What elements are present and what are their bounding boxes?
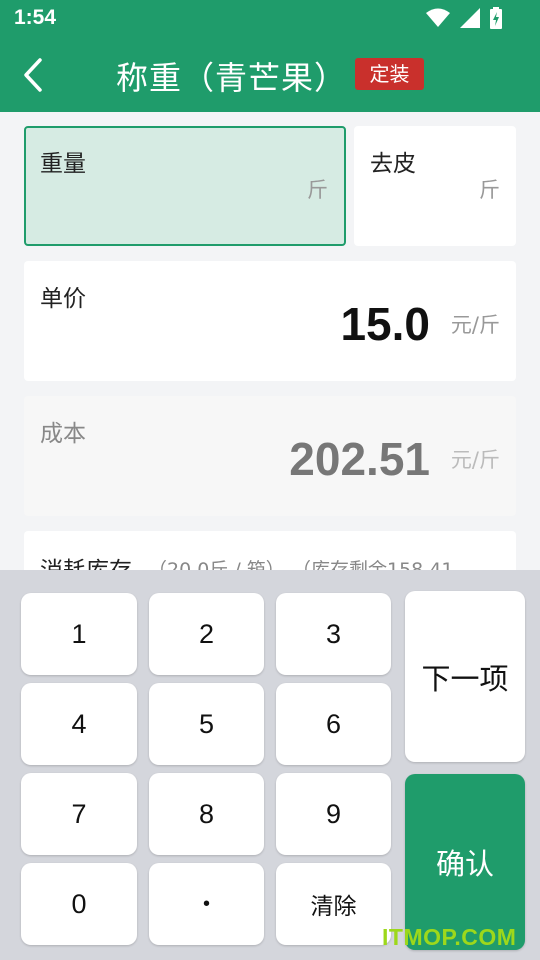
unit-price-value: 15.0 <box>340 298 430 350</box>
watermark: ITMOP.COM <box>382 924 517 950</box>
key-4[interactable]: 4 <box>21 683 137 765</box>
page-title: 称重（青芒果） <box>116 59 348 97</box>
unit-price-unit: 元/斤 <box>450 313 500 337</box>
key-decimal-point[interactable]: • <box>149 863 264 945</box>
clear-button[interactable]: 清除 <box>276 863 391 945</box>
numeric-keypad: 1 2 3 4 5 6 7 8 9 0 • 清除 下一项 确认 <box>0 570 540 960</box>
key-5[interactable]: 5 <box>149 683 264 765</box>
unit-price-label: 单价 <box>40 286 86 312</box>
packaging-badge: 定装 <box>355 58 424 90</box>
tare-field[interactable]: 去皮 斤 <box>354 126 516 246</box>
back-button[interactable] <box>20 56 50 94</box>
cost-field: 成本 202.51 元/斤 <box>24 396 516 516</box>
key-1[interactable]: 1 <box>21 593 137 675</box>
battery-charging-icon <box>490 7 502 29</box>
cost-label: 成本 <box>40 421 86 447</box>
chevron-left-icon <box>24 58 42 92</box>
key-7[interactable]: 7 <box>21 773 137 855</box>
unit-price-field[interactable]: 单价 15.0 元/斤 <box>24 261 516 381</box>
signal-icon <box>460 8 480 28</box>
key-9[interactable]: 9 <box>276 773 391 855</box>
key-8[interactable]: 8 <box>149 773 264 855</box>
key-0[interactable]: 0 <box>21 863 137 945</box>
app-bar: 称重（青芒果） 定装 <box>0 38 540 112</box>
key-6[interactable]: 6 <box>276 683 391 765</box>
status-time: 1:54 <box>14 6 57 29</box>
wifi-icon <box>426 8 450 27</box>
status-icons <box>426 7 502 29</box>
weight-unit: 斤 <box>307 178 328 202</box>
next-item-button[interactable]: 下一项 <box>405 591 525 762</box>
weight-label: 重量 <box>40 151 86 177</box>
key-3[interactable]: 3 <box>276 593 391 675</box>
cost-value: 202.51 <box>289 433 430 485</box>
tare-unit: 斤 <box>479 178 500 202</box>
tare-label: 去皮 <box>370 151 416 177</box>
cost-unit: 元/斤 <box>450 448 500 472</box>
status-bar: 1:54 <box>0 0 540 38</box>
key-2[interactable]: 2 <box>149 593 264 675</box>
weight-field[interactable]: 重量 斤 <box>24 126 346 246</box>
